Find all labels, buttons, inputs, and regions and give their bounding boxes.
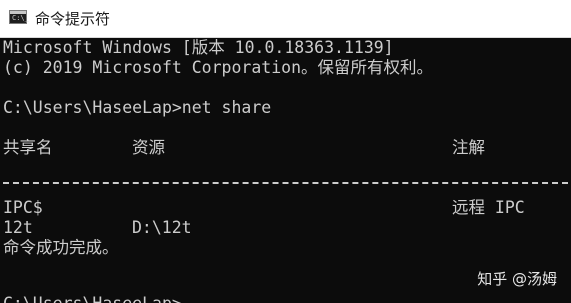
header-share-name: 共享名 (3, 138, 53, 157)
title-bar[interactable]: C:\_ 命令提示符 (0, 0, 571, 38)
cmd-app-icon[interactable]: C:\_ (9, 10, 29, 24)
zhihu-watermark: 知乎 @汤姆 (477, 270, 557, 288)
table-separator (3, 182, 568, 184)
window-title: 命令提示符 (35, 10, 111, 28)
command-prompt-window: C:\_ 命令提示符 Microsoft Windows [版本 10.0.18… (0, 0, 571, 303)
row-12t-share-name: 12t (3, 218, 33, 237)
header-resource: 资源 (132, 138, 165, 157)
header-remark: 注解 (452, 138, 485, 157)
prompt-command-line: C:\Users\HaseeLap>net share (3, 98, 272, 117)
row-12t-resource: D:\12t (132, 218, 192, 237)
icon-prompt-glyph: C:\_ (12, 14, 29, 22)
row-ipc-share-name: IPC$ (3, 198, 43, 217)
copyright-line: (c) 2019 Microsoft Corporation。保留所有权利。 (3, 58, 434, 77)
row-ipc-remark: 远程 IPC (452, 198, 525, 217)
console-output[interactable]: Microsoft Windows [版本 10.0.18363.1139] (… (0, 38, 571, 303)
next-prompt-line: C:\Users\HaseeLap> (3, 294, 182, 303)
command-result-line: 命令成功完成。 (3, 238, 119, 257)
version-line: Microsoft Windows [版本 10.0.18363.1139] (3, 38, 394, 57)
